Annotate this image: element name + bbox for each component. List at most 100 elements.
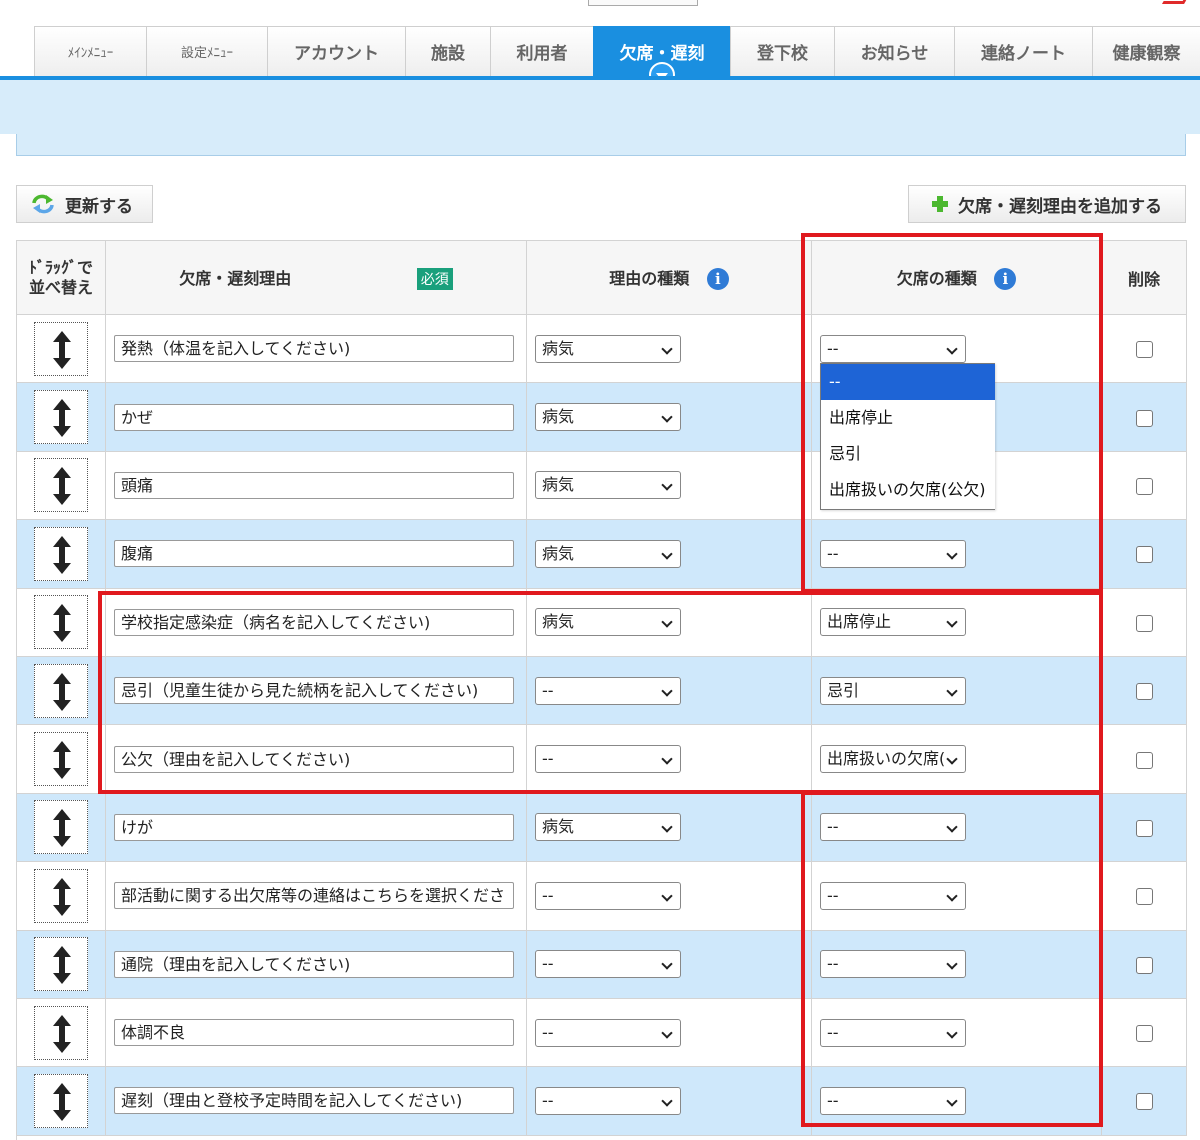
delete-checkbox[interactable] (1135, 341, 1153, 359)
reason-input[interactable]: かぜ (114, 403, 514, 431)
reason-type-select[interactable]: 病気 (535, 471, 681, 500)
absence-type-dropdown-list[interactable]: -- 出席停止 忌引 出席扱いの欠席(公欠) (820, 363, 995, 510)
drag-cell (16, 724, 106, 794)
table-row: 頭痛 病気 (16, 450, 1187, 521)
tab-3[interactable]: 施設 (405, 26, 490, 76)
dropdown-option[interactable]: 出席停止 (821, 400, 995, 436)
delete-checkbox[interactable] (1135, 1093, 1153, 1111)
reason-input[interactable]: 腹痛 (114, 540, 514, 568)
absence-type-select[interactable]: -- (820, 881, 966, 910)
delete-cell (1101, 655, 1187, 726)
type-cell: 病気 (526, 382, 812, 452)
reason-input[interactable]: 通院（理由を記入してください) (114, 950, 514, 978)
absence-type-select[interactable]: 忌引 (820, 676, 966, 705)
tab-2[interactable]: アカウント (267, 26, 405, 76)
reason-type-select[interactable]: 病気 (535, 403, 681, 432)
drag-handle[interactable] (34, 595, 88, 650)
delete-checkbox[interactable] (1135, 614, 1153, 632)
reason-input[interactable]: 部活動に関する出欠席等の連絡はこちらを選択くださ (114, 882, 514, 910)
tab-1[interactable]: 設定ﾒﾆｭｰ (146, 26, 267, 76)
drag-cell (16, 450, 106, 521)
absence-type-value: -- (827, 817, 839, 837)
absence-type-select[interactable]: 出席停止 (820, 608, 966, 637)
delete-cell (1101, 724, 1187, 794)
top-input-box[interactable] (588, 0, 698, 6)
dropdown-option[interactable]: -- (821, 364, 995, 400)
delete-checkbox[interactable] (1135, 1025, 1153, 1043)
drag-handle[interactable] (34, 937, 88, 992)
reason-input[interactable]: 忌引（児童生徒から見た続柄を記入してください) (114, 677, 514, 705)
drag-handle[interactable] (34, 526, 88, 581)
absence-type-select[interactable]: -- (820, 1086, 966, 1115)
absence-cell: -- (811, 792, 1102, 863)
absence-type-select[interactable]: -- (820, 1018, 966, 1047)
type-cell: 病気 (526, 519, 812, 589)
absence-info-icon[interactable]: i (994, 268, 1017, 291)
tab-0[interactable]: ﾒｲﾝﾒﾆｭｰ (34, 26, 146, 76)
dropdown-option[interactable]: 出席扱いの欠席(公欠) (821, 472, 995, 508)
tab-6[interactable]: 登下校 (730, 26, 834, 76)
tab-5[interactable]: 欠席・遅刻 (593, 26, 730, 88)
tab-label: お知らせ (860, 44, 929, 64)
type-column-header: 理由の種類 i (526, 240, 812, 315)
tab-7[interactable]: お知らせ (834, 26, 954, 76)
tab-9[interactable]: 健康観察 (1092, 26, 1200, 76)
type-info-icon[interactable]: i (706, 268, 729, 291)
delete-checkbox[interactable] (1135, 819, 1153, 837)
reason-input[interactable]: けが (114, 813, 514, 841)
dropdown-option[interactable]: 忌引 (821, 436, 995, 472)
absence-type-select[interactable]: -- (820, 539, 966, 568)
reason-type-select[interactable]: -- (535, 950, 681, 979)
chevron-down-icon (661, 479, 673, 492)
drag-handle[interactable] (34, 732, 88, 787)
absence-type-select[interactable]: -- (820, 950, 966, 979)
drag-handle[interactable] (34, 663, 88, 718)
reason-input[interactable]: 発熱（体温を記入してください) (114, 335, 514, 363)
tab-4[interactable]: 利用者 (490, 26, 593, 76)
reason-input[interactable]: 公欠（理由を記入してください) (114, 745, 514, 773)
reason-input[interactable]: 頭痛 (114, 471, 514, 499)
tab-label: 設定ﾒﾆｭｰ (180, 46, 233, 61)
drag-handle[interactable] (34, 800, 88, 855)
absence-type-select[interactable]: -- (820, 813, 966, 842)
delete-cell (1101, 450, 1187, 521)
reason-type-select[interactable]: -- (535, 1086, 681, 1115)
absence-type-select[interactable]: -- (820, 334, 966, 363)
delete-checkbox[interactable] (1135, 888, 1153, 906)
drag-handle[interactable] (34, 1073, 88, 1128)
drag-handle[interactable] (34, 390, 88, 445)
add-reason-button[interactable]: 欠席・遅刻理由を追加する (908, 185, 1186, 223)
delete-checkbox[interactable] (1135, 546, 1153, 564)
absence-type-select[interactable]: 出席扱いの欠席( (820, 745, 966, 774)
tab-label: 施設 (431, 44, 465, 64)
reason-type-select[interactable]: 病気 (535, 539, 681, 568)
drag-handle[interactable] (34, 1005, 88, 1060)
delete-checkbox[interactable] (1135, 956, 1153, 974)
delete-checkbox[interactable] (1135, 477, 1153, 495)
drag-handle[interactable] (34, 458, 88, 513)
absence-reason-table: ﾄﾞﾗｯｸﾞで 並べ替え 欠席・遅刻理由 必須 理由の種類 i 欠席の種類 i … (16, 240, 1187, 1136)
reason-cell: けが (105, 792, 527, 863)
drag-handle[interactable] (34, 321, 88, 376)
refresh-button[interactable]: 更新する (16, 185, 153, 223)
delete-checkbox[interactable] (1135, 683, 1153, 701)
reason-type-value: 病気 (542, 407, 575, 427)
reason-type-select[interactable]: -- (535, 881, 681, 910)
reason-type-select[interactable]: 病気 (535, 334, 681, 363)
tab-8[interactable]: 連絡ノート (954, 26, 1092, 76)
reason-input[interactable]: 体調不良 (114, 1019, 514, 1047)
delete-checkbox[interactable] (1135, 751, 1153, 769)
tab-label: 利用者 (516, 44, 568, 64)
reason-type-select[interactable]: 病気 (535, 608, 681, 637)
reason-input[interactable]: 学校指定感染症（病名を記入してください) (114, 608, 514, 636)
reason-type-select[interactable]: -- (535, 745, 681, 774)
tab-label: 欠席・遅刻 (619, 44, 705, 64)
table-row: 学校指定感染症（病名を記入してください) 病気 出席停止 (16, 587, 1187, 657)
drag-handle[interactable] (34, 868, 88, 923)
reason-type-select[interactable]: -- (535, 1018, 681, 1047)
chevron-down-icon (661, 548, 673, 560)
delete-checkbox[interactable] (1135, 409, 1153, 427)
reason-type-select[interactable]: -- (535, 676, 681, 705)
reason-input[interactable]: 遅刻（理由と登校予定時間を記入してください) (114, 1087, 514, 1115)
reason-type-select[interactable]: 病気 (535, 813, 681, 842)
